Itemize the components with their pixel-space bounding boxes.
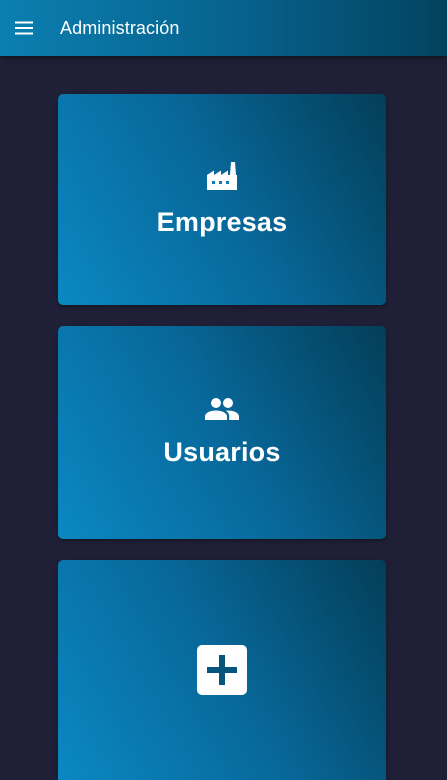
menu-button[interactable] (12, 16, 36, 40)
page-title: Administración (60, 17, 180, 38)
empresas-card[interactable]: Empresas (58, 94, 386, 305)
menu-icon (15, 21, 33, 35)
people-icon (205, 398, 239, 420)
usuarios-card[interactable]: Usuarios (58, 326, 386, 539)
factory-icon (207, 162, 237, 190)
app-bar: Administración (0, 0, 447, 56)
usuarios-label: Usuarios (163, 437, 281, 467)
card-list: Empresas Usuarios (58, 94, 386, 780)
empresas-label: Empresas (156, 207, 288, 237)
add-card[interactable] (58, 560, 386, 780)
add-box-icon (197, 645, 247, 695)
